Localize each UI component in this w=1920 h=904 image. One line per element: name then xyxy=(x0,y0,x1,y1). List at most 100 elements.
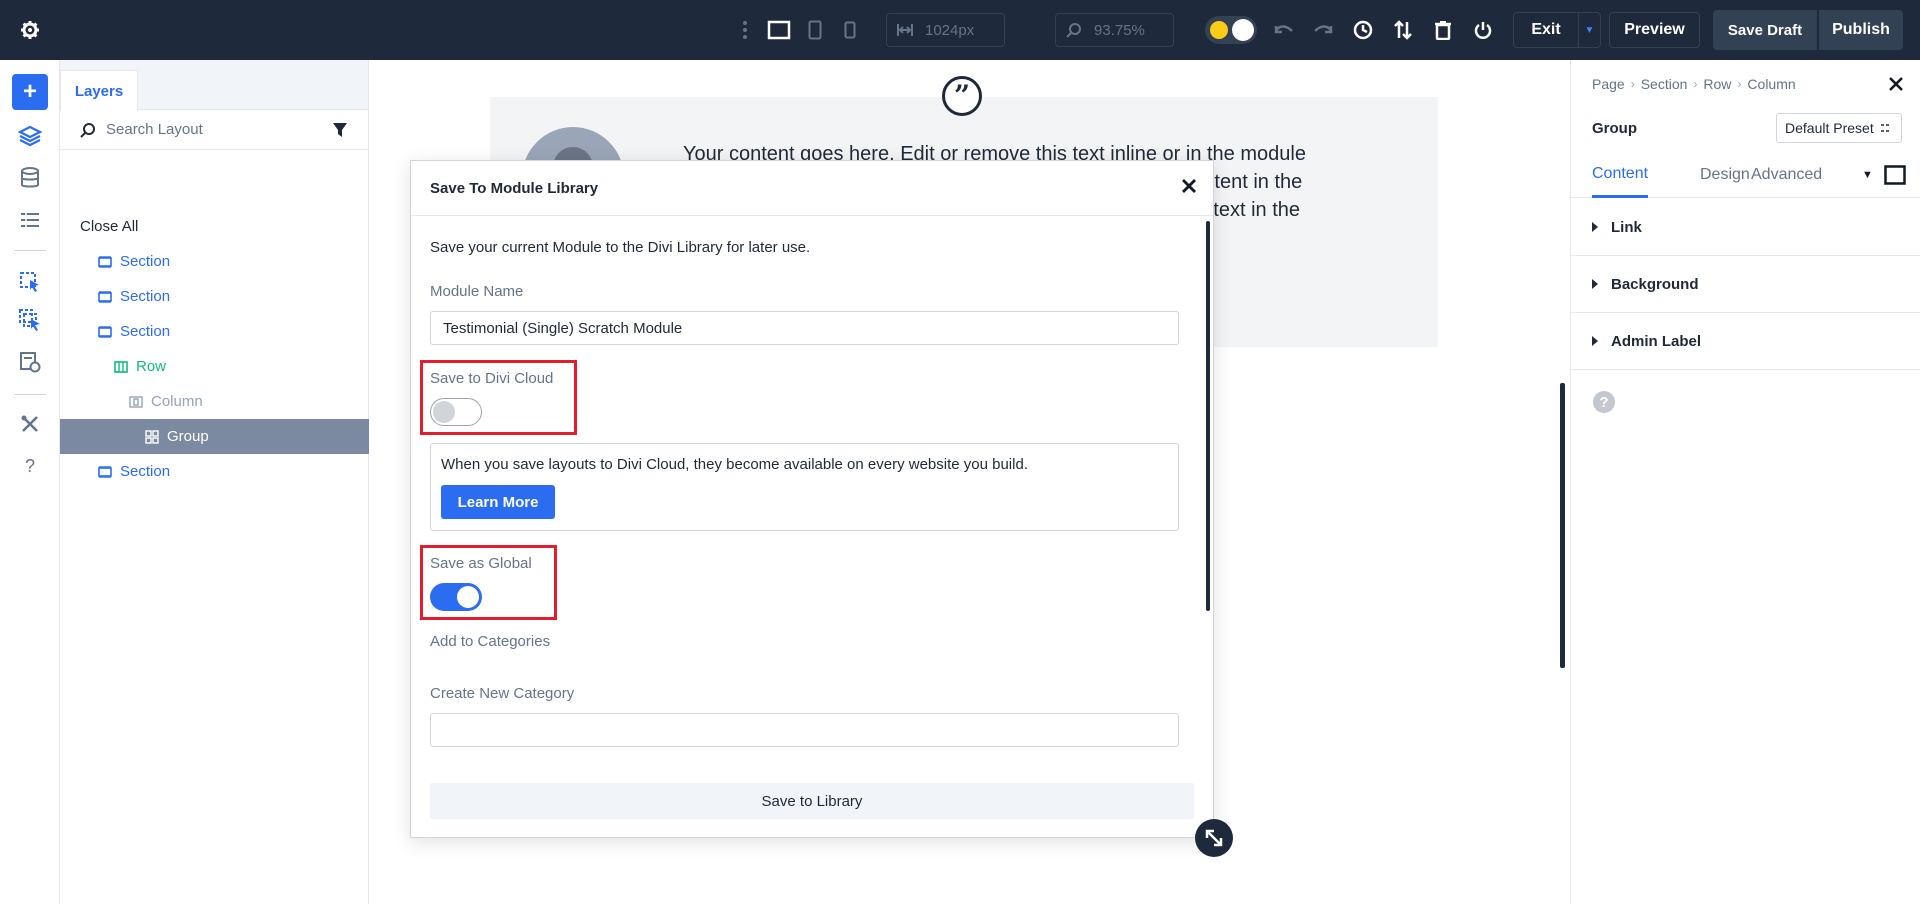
toggle-knob xyxy=(1232,19,1254,41)
viewport-width-value: 1024px xyxy=(925,22,974,39)
power-icon[interactable] xyxy=(1471,18,1495,42)
layer-section-3[interactable]: Section xyxy=(60,314,369,349)
tabs-dropdown-icon[interactable]: ▼ xyxy=(1862,152,1873,198)
zoom-field[interactable]: 93.75% xyxy=(1055,13,1174,47)
section-icon xyxy=(98,326,112,338)
canvas-scrollbar[interactable] xyxy=(1560,383,1565,668)
exit-button[interactable]: Exit xyxy=(1513,12,1579,48)
redo-icon[interactable] xyxy=(1311,18,1335,42)
new-category-input[interactable] xyxy=(430,713,1179,747)
layer-group-selected[interactable]: Group xyxy=(60,419,369,454)
accordion-label: Background xyxy=(1611,276,1699,293)
phone-view-icon[interactable] xyxy=(839,18,861,42)
tab-design[interactable]: Design xyxy=(1700,152,1750,198)
width-arrows-icon xyxy=(897,23,913,37)
save-global-label: Save as Global xyxy=(430,555,532,572)
crumb-page[interactable]: Page xyxy=(1592,76,1625,92)
layer-label: Section xyxy=(120,323,170,340)
cloud-info-box: When you save layouts to Divi Cloud, the… xyxy=(430,443,1179,531)
caret-right-icon xyxy=(1592,222,1598,232)
tablet-view-icon[interactable] xyxy=(804,18,826,42)
layer-section-2[interactable]: Section xyxy=(60,279,369,314)
help-question-icon[interactable]: ? xyxy=(12,448,48,484)
tab-layers[interactable]: Layers xyxy=(60,70,138,111)
accordion-background[interactable]: Background xyxy=(1571,256,1920,313)
accordion-admin-label[interactable]: Admin Label xyxy=(1571,313,1920,370)
more-vertical-icon[interactable] xyxy=(740,18,750,42)
rail-divider xyxy=(14,250,46,251)
search-icon xyxy=(80,122,96,138)
multi-select-icon[interactable] xyxy=(12,302,48,338)
caret-right-icon xyxy=(1592,279,1598,289)
trash-icon[interactable] xyxy=(1431,18,1455,42)
viewport-width-field[interactable]: 1024px xyxy=(886,13,1005,47)
layers-icon[interactable] xyxy=(12,118,48,154)
expand-panel-icon[interactable] xyxy=(1884,152,1906,198)
accordion-link[interactable]: Link xyxy=(1571,199,1920,256)
save-to-library-button[interactable]: Save to Library xyxy=(430,783,1194,819)
crumb-row[interactable]: Row xyxy=(1703,76,1731,92)
preset-value: Default Preset xyxy=(1785,120,1874,136)
modal-title: Save To Module Library xyxy=(430,180,598,197)
help-icon[interactable]: ? xyxy=(1593,391,1615,413)
save-to-library-modal: Save To Module Library Save your current… xyxy=(410,160,1214,838)
light-dark-toggle[interactable] xyxy=(1205,16,1257,44)
layers-search-input[interactable]: Search Layout xyxy=(60,110,368,150)
close-icon[interactable] xyxy=(1888,76,1904,97)
exit-dropdown-caret[interactable]: ▼ xyxy=(1579,12,1601,48)
layer-label: Section xyxy=(120,288,170,305)
toggle-knob xyxy=(457,586,479,608)
section-icon xyxy=(98,466,112,478)
modal-scrollbar[interactable] xyxy=(1206,221,1210,611)
close-all-link[interactable]: Close All xyxy=(80,218,138,235)
accordion-label: Admin Label xyxy=(1611,333,1701,350)
preview-button[interactable]: Preview xyxy=(1609,12,1700,48)
chevron-right-icon: › xyxy=(1737,77,1741,91)
tab-content[interactable]: Content xyxy=(1592,152,1648,198)
row-icon xyxy=(114,361,128,373)
layer-label: Row xyxy=(136,358,166,375)
top-toolbar: 1024px 93.75% Exit ▼ Preview Save Draft … xyxy=(0,0,1920,60)
left-rail: + ? xyxy=(0,60,60,904)
toggle-knob xyxy=(433,401,455,423)
layer-row[interactable]: Row xyxy=(60,349,369,384)
module-name-input[interactable]: Testimonial (Single) Scratch Module xyxy=(430,311,1179,345)
chevron-right-icon: › xyxy=(1631,77,1635,91)
module-name-label: Module Name xyxy=(430,283,523,300)
crumb-column[interactable]: Column xyxy=(1747,76,1795,92)
settings-tabs: Content Design Advanced ▼ xyxy=(1571,152,1920,198)
layer-section-4[interactable]: Section xyxy=(60,454,369,489)
layer-section-1[interactable]: Section xyxy=(60,244,369,279)
layer-label: Group xyxy=(167,428,209,445)
layer-label: Section xyxy=(120,253,170,270)
learn-more-button[interactable]: Learn More xyxy=(441,485,555,519)
modal-header: Save To Module Library xyxy=(411,161,1213,216)
tab-advanced[interactable]: Advanced xyxy=(1751,152,1822,198)
save-global-toggle[interactable] xyxy=(430,583,482,611)
history-clock-icon[interactable] xyxy=(1351,18,1375,42)
undo-icon[interactable] xyxy=(1272,18,1296,42)
close-icon[interactable] xyxy=(1181,178,1197,199)
filter-icon[interactable] xyxy=(332,122,348,138)
select-pointer-icon[interactable] xyxy=(12,264,48,300)
page-settings-icon[interactable] xyxy=(12,344,48,380)
tools-icon[interactable] xyxy=(12,406,48,442)
expand-arrows-icon[interactable] xyxy=(1195,819,1233,857)
add-element-button[interactable]: + xyxy=(12,74,48,110)
zoom-search-icon xyxy=(1066,22,1082,38)
desktop-view-icon[interactable] xyxy=(766,18,792,42)
group-icon xyxy=(145,430,159,444)
list-layout-icon[interactable] xyxy=(12,202,48,238)
preset-select[interactable]: Default Preset xyxy=(1776,113,1902,143)
section-icon xyxy=(98,256,112,268)
gear-icon[interactable] xyxy=(18,18,42,42)
save-cloud-label: Save to Divi Cloud xyxy=(430,370,553,387)
save-draft-button[interactable]: Save Draft xyxy=(1713,10,1817,50)
crumb-section[interactable]: Section xyxy=(1641,76,1688,92)
database-icon[interactable] xyxy=(12,160,48,196)
save-cloud-toggle[interactable] xyxy=(430,398,482,426)
modal-description: Save your current Module to the Divi Lib… xyxy=(430,239,810,256)
publish-button[interactable]: Publish xyxy=(1819,10,1903,50)
layer-column[interactable]: Column xyxy=(60,384,369,419)
portability-arrows-icon[interactable] xyxy=(1391,18,1415,42)
